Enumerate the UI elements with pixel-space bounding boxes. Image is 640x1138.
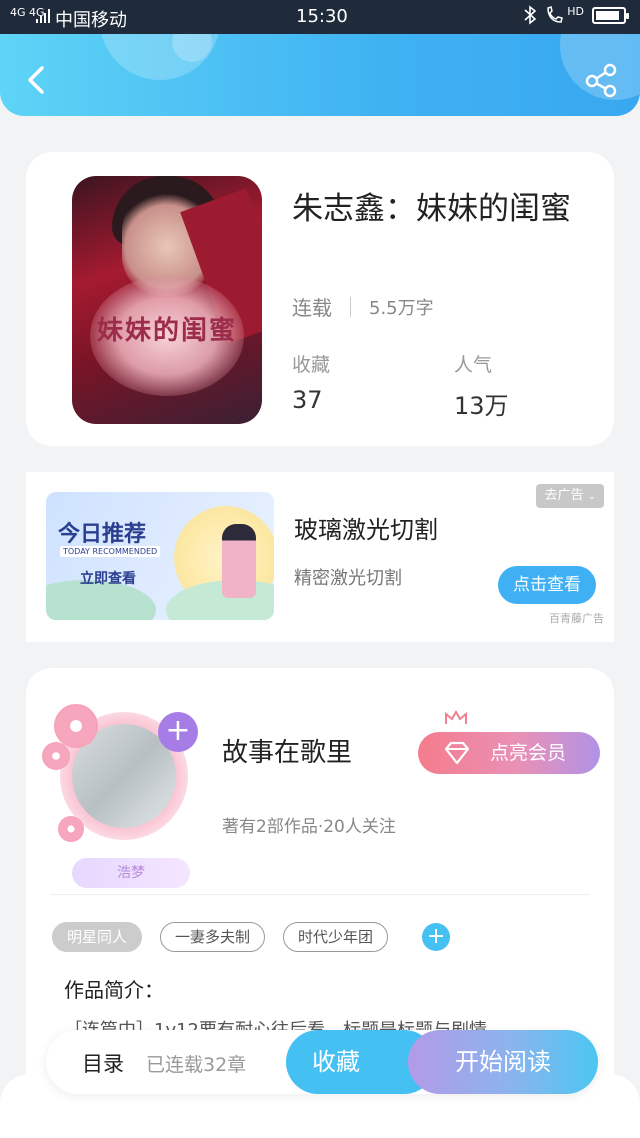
ad-title: 玻璃激光切割 [294,516,438,544]
author-stats: 著有2部作品·20人关注 [222,817,396,837]
remove-ad-button[interactable]: 去广告 ⌄ [536,484,604,508]
hd-label: HD [567,4,584,18]
toc-button[interactable]: 目录 [82,1048,124,1078]
tag-item[interactable]: 明星同人 [52,922,143,952]
crown-icon [445,710,467,724]
ad-banner[interactable]: 今日推荐 TODAY RECOMMENDED 立即查看 去广告 ⌄ 玻璃激光切割… [26,472,614,642]
tag-list: 明星同人 一妻多夫制 时代少年团 + [52,922,451,952]
tag-item[interactable]: 一妻多夫制 [160,922,266,952]
flower-decor-icon [54,704,98,748]
chevron-down-icon: ⌄ [587,491,596,502]
ad-view-button[interactable]: 点击查看 [498,566,596,604]
share-button[interactable] [584,62,620,98]
flower-decor-icon [58,816,84,842]
start-reading-button[interactable]: 开始阅读 [408,1030,598,1094]
status-time: 15:30 [296,6,348,27]
vip-button-label: 点亮会员 [490,742,567,764]
hd-call-icon [547,6,564,23]
battery-icon [592,6,629,24]
back-button[interactable] [18,60,58,100]
author-name: 故事在歌里 [222,738,353,768]
ad-image-figure [222,524,256,598]
remove-ad-label: 去广告 [544,488,584,503]
signal-bars-icon [36,9,50,23]
status-bar: 4G 4G 中国移动 15:30 HD [0,0,640,34]
follow-plus-button[interactable]: + [158,712,198,752]
carrier-name: 中国移动 [55,10,127,31]
book-title: 朱志鑫：妹妹的闺蜜 [292,191,571,227]
ad-subtitle: 精密激光切割 [294,568,402,589]
diamond-icon [444,741,470,765]
app-header: 4G 4G 中国移动 15:30 HD [0,0,640,116]
ad-image-title: 今日推荐 [58,522,147,547]
popularity-value: 13万 [454,392,509,420]
status-icons: HD [523,4,629,25]
book-meta: 连载 5.5万字 [292,292,434,321]
cover-title-art: 妹妹的闺蜜 [90,276,244,396]
ad-image-subtitle: TODAY RECOMMENDED [60,546,161,557]
popularity-label: 人气 [454,354,493,376]
book-status: 连载 [292,296,332,320]
bottom-action-bar: 目录 已连载32章 收藏 开始阅读 [46,1030,598,1094]
chapter-count: 已连载32章 [146,1054,247,1076]
book-cover[interactable]: 妹妹的闺蜜 [72,176,262,424]
book-info-card: 妹妹的闺蜜 朱志鑫：妹妹的闺蜜 连载 5.5万字 收藏 37 人气 13万 [26,152,614,446]
book-word-count: 5.5万字 [369,297,434,319]
avatar-badge: 浩梦 [72,858,190,888]
section-divider [50,894,590,895]
cover-title-text: 妹妹的闺蜜 [96,316,237,346]
vip-button[interactable]: 点亮会员 [418,710,600,774]
ad-image-cta: 立即查看 [80,571,136,587]
add-tag-button[interactable]: + [422,923,451,951]
collect-value: 37 [292,386,323,414]
meta-divider [350,296,351,317]
author-avatar[interactable]: + 浩梦 [42,698,202,888]
collect-label: 收藏 [292,354,331,376]
ad-source: 百青藤广告 [549,612,604,625]
flower-decor-icon [42,742,70,770]
bluetooth-icon [524,5,537,25]
intro-heading: 作品简介： [64,978,164,1002]
ad-image[interactable]: 今日推荐 TODAY RECOMMENDED 立即查看 [46,492,274,620]
tag-item[interactable]: 时代少年团 [283,922,389,952]
